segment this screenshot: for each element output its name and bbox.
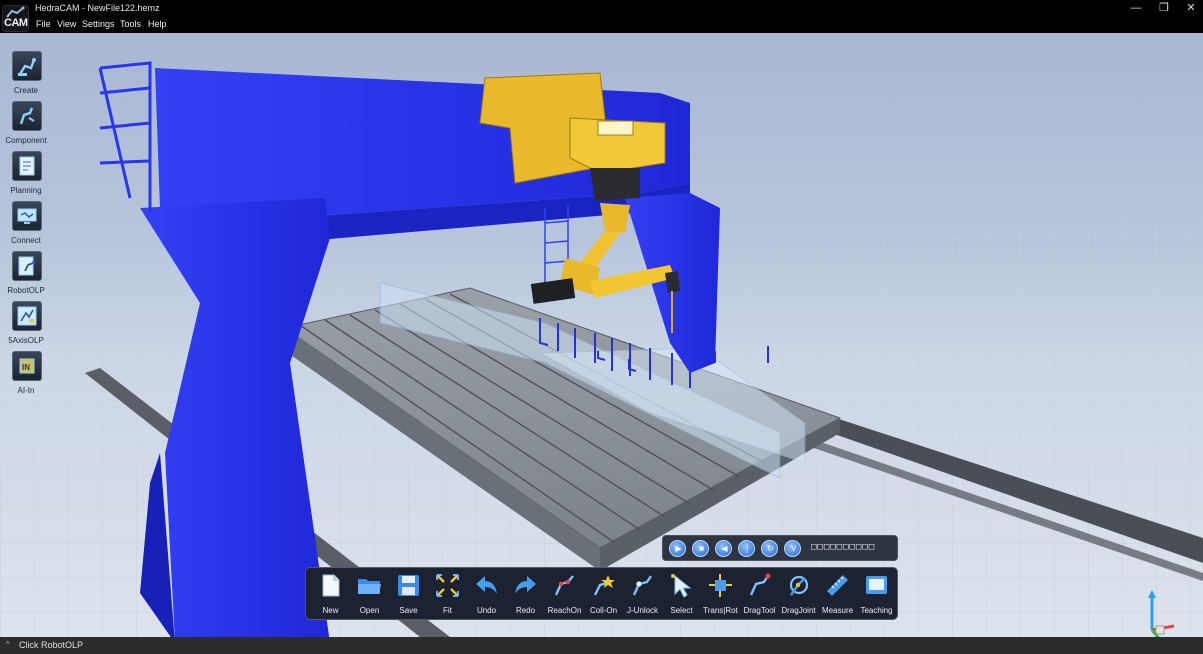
joint-unlock-icon bbox=[632, 575, 652, 596]
drag-tool-icon bbox=[749, 573, 771, 596]
play-icon: ▶ bbox=[675, 544, 682, 553]
rewind-button[interactable]: ◀ bbox=[715, 540, 732, 557]
timer-button[interactable]: │ bbox=[738, 540, 755, 557]
create-button[interactable]: Create bbox=[2, 48, 50, 98]
reach-on-icon bbox=[554, 575, 574, 596]
trans-rot-icon bbox=[709, 574, 732, 597]
ai-in-icon: IN bbox=[12, 351, 42, 381]
scene-canvas[interactable] bbox=[0, 33, 1203, 637]
teaching-label: Teaching bbox=[860, 606, 893, 615]
stop-button[interactable]: ■ bbox=[692, 540, 709, 557]
planning-icon bbox=[12, 151, 42, 181]
save-icon bbox=[398, 575, 419, 596]
collision-on-icon bbox=[593, 575, 615, 596]
playback-bar: ▶ ■ ◀ │ ↻ V □□□□□□□□□□ bbox=[662, 535, 898, 561]
select-cursor-icon bbox=[671, 574, 692, 598]
play-button[interactable]: ▶ bbox=[669, 540, 686, 557]
menu-settings[interactable]: Settings bbox=[82, 19, 115, 29]
time-readout: □□□□□□□□□□ bbox=[811, 542, 876, 552]
step-button[interactable]: ↻ bbox=[761, 540, 778, 557]
bottom-toolbar: New Open Save Fit Undo Redo ReachOn Coll… bbox=[305, 567, 898, 620]
app-logo: CAM bbox=[2, 5, 29, 32]
status-bar: ⌃ Click RobotOLP bbox=[0, 637, 1203, 654]
create-label: Create bbox=[13, 86, 38, 95]
new-file-icon bbox=[322, 574, 340, 597]
menu-help[interactable]: Help bbox=[148, 19, 167, 29]
connect-icon bbox=[12, 201, 42, 231]
svg-text:IN: IN bbox=[22, 363, 30, 372]
minimize-button[interactable]: — bbox=[1126, 1, 1146, 15]
axis-gizmo-icon bbox=[1148, 590, 1175, 637]
teaching-button[interactable]: Teaching bbox=[857, 572, 896, 618]
title-bar: HedraCAM - NewFile122.hemz — ❐ ✕ bbox=[0, 0, 1203, 17]
step-icon: ↻ bbox=[767, 544, 774, 553]
menu-view[interactable]: View bbox=[57, 19, 76, 29]
restore-button[interactable]: ❐ bbox=[1154, 1, 1174, 15]
redo-icon bbox=[515, 576, 536, 594]
fit-view-icon bbox=[436, 574, 459, 597]
undo-icon bbox=[476, 576, 497, 594]
timer-icon: │ bbox=[745, 544, 750, 553]
planning-button[interactable]: Planning bbox=[2, 148, 50, 198]
component-label: Component bbox=[5, 136, 47, 145]
teaching-pendant-icon bbox=[866, 576, 887, 594]
robot-olp-label: RobotOLP bbox=[7, 286, 45, 295]
ai-in-label: AI-In bbox=[17, 386, 35, 395]
menu-file[interactable]: File bbox=[36, 19, 51, 29]
component-button[interactable]: Component bbox=[2, 98, 50, 148]
planning-label: Planning bbox=[10, 186, 42, 195]
3d-viewport[interactable]: Create Component Planning Connect RobotO… bbox=[0, 33, 1203, 637]
menu-tools[interactable]: Tools bbox=[120, 19, 141, 29]
connect-label: Connect bbox=[11, 236, 41, 245]
stop-icon: ■ bbox=[699, 544, 704, 553]
drag-joint-icon bbox=[789, 575, 809, 596]
measure-ruler-icon bbox=[827, 575, 848, 596]
status-text: Click RobotOLP bbox=[19, 640, 84, 650]
close-button[interactable]: ✕ bbox=[1181, 1, 1201, 15]
five-axis-olp-label: 5AxisOLP bbox=[8, 336, 44, 345]
verify-icon: V bbox=[790, 544, 797, 553]
rewind-icon: ◀ bbox=[721, 544, 728, 553]
menu-bar: File View Settings Tools Help bbox=[0, 17, 1203, 33]
robot-olp-icon bbox=[12, 251, 42, 281]
robot-olp-button[interactable]: RobotOLP bbox=[2, 248, 50, 298]
create-robot-icon bbox=[12, 51, 42, 81]
component-icon bbox=[12, 101, 42, 131]
expand-up-icon[interactable]: ⌃ bbox=[4, 640, 12, 651]
ai-in-button[interactable]: IN AI-In bbox=[2, 348, 50, 398]
open-folder-icon bbox=[358, 579, 381, 594]
five-axis-olp-button[interactable]: 5AxisOLP bbox=[2, 298, 50, 348]
logo-text: CAM bbox=[4, 17, 28, 29]
window-title: HedraCAM - NewFile122.hemz bbox=[35, 3, 160, 13]
connect-button[interactable]: Connect bbox=[2, 198, 50, 248]
five-axis-olp-icon bbox=[12, 301, 42, 331]
verify-button[interactable]: V bbox=[784, 540, 801, 557]
